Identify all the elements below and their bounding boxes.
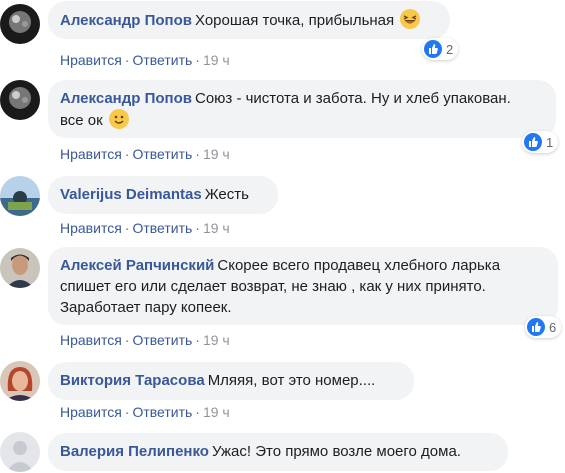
comment-text: все ок (60, 112, 103, 129)
like-link[interactable]: Нравится (60, 52, 122, 68)
comment-text: Хорошая точка, прибыльная (194, 12, 395, 29)
comment-bubble: Александр Попов Хорошая точка, прибыльная (48, 1, 450, 39)
like-link[interactable]: Нравится (60, 332, 122, 348)
reply-link[interactable]: Ответить (132, 146, 192, 162)
laughing-emoji-icon (400, 9, 421, 29)
comment-actions: Нравится · Ответить · 19 ч (60, 403, 230, 421)
like-link[interactable]: Нравится (60, 220, 122, 236)
comment-actions: Нравится · Ответить · 19 ч (60, 51, 230, 69)
comment-author[interactable]: Valerijus Deimantas (60, 186, 202, 203)
comment-text: спишет его или сделает возврат, не знаю … (60, 278, 486, 295)
reply-link[interactable]: Ответить (132, 404, 192, 420)
comment-bubble: Валерия Пелипенко Ужас! Это прямо возле м… (48, 433, 508, 471)
avatar[interactable] (0, 4, 40, 44)
comment-text: Союз - чистота и забота. Ну и хлеб упако… (194, 90, 511, 107)
separator: · (195, 146, 200, 162)
avatar[interactable] (0, 248, 40, 288)
avatar[interactable] (0, 80, 40, 120)
comment-author[interactable]: Александр Попов (60, 90, 192, 107)
reaction-number: 2 (446, 41, 454, 57)
separator: · (195, 332, 200, 348)
reaction-number: 1 (546, 134, 554, 150)
reaction-number: 6 (549, 319, 557, 335)
like-icon (424, 40, 442, 58)
separator: · (124, 52, 130, 68)
like-icon (527, 318, 545, 336)
comment-bubble: Алексей Рапчинский Скорее всего продавец … (48, 247, 558, 325)
like-link[interactable]: Нравится (60, 404, 122, 420)
separator: · (124, 332, 130, 348)
comment-actions: Нравится · Ответить · 19 ч (60, 331, 230, 349)
timestamp[interactable]: 19 ч (203, 52, 230, 68)
comment-author[interactable]: Александр Попов (60, 12, 192, 29)
comment-actions: Нравится · Ответить · 19 ч (60, 219, 230, 237)
separator: · (195, 52, 200, 68)
timestamp[interactable]: 19 ч (203, 146, 230, 162)
comment-text: Скорее всего продавец хлебного ларька (217, 257, 501, 274)
avatar[interactable] (0, 432, 40, 472)
separator: · (124, 404, 130, 420)
separator: · (195, 404, 200, 420)
comment-text: Жесть (204, 186, 249, 203)
comment-author[interactable]: Алексей Рапчинский (60, 257, 214, 274)
timestamp[interactable]: 19 ч (203, 404, 230, 420)
reply-link[interactable]: Ответить (132, 332, 192, 348)
comment-text: Заработает пару копеек. (60, 299, 232, 316)
comment-bubble: Виктория Тарасова Мляяя, вот это номер...… (48, 362, 414, 400)
comment-text: Мляяя, вот это номер.... (207, 372, 376, 389)
avatar[interactable] (0, 176, 40, 216)
comment-bubble: Valerijus Deimantas Жесть (48, 176, 278, 214)
reply-link[interactable]: Ответить (132, 52, 192, 68)
separator: · (124, 220, 130, 236)
timestamp[interactable]: 19 ч (203, 332, 230, 348)
like-icon (524, 133, 542, 151)
comment-author[interactable]: Виктория Тарасова (60, 372, 205, 389)
timestamp[interactable]: 19 ч (203, 220, 230, 236)
reaction-count[interactable]: 6 (525, 316, 562, 338)
smiling-emoji-icon (108, 109, 129, 129)
separator: · (195, 220, 200, 236)
comment-bubble: Александр Попов Союз - чистота и забота. … (48, 80, 556, 138)
reply-link[interactable]: Ответить (132, 220, 192, 236)
separator: · (124, 146, 130, 162)
comment-author[interactable]: Валерия Пелипенко (60, 443, 209, 460)
avatar[interactable] (0, 361, 40, 401)
comment-actions: Нравится · Ответить · 19 ч (60, 145, 230, 163)
comment-text: Ужас! Это прямо возле моего дома. (211, 443, 461, 460)
reaction-count[interactable]: 1 (522, 131, 559, 153)
reaction-count[interactable]: 2 (422, 38, 459, 60)
like-link[interactable]: Нравится (60, 146, 122, 162)
